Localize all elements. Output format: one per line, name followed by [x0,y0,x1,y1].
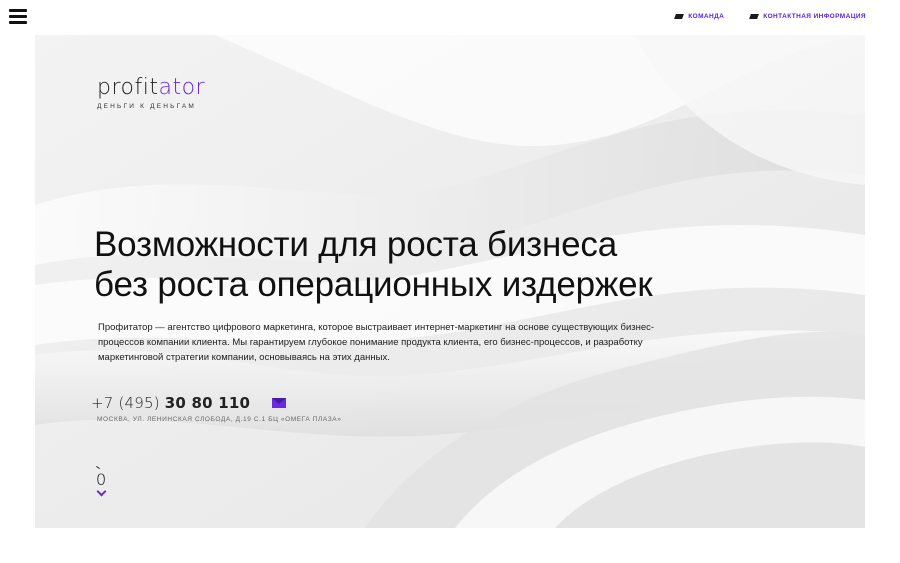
nav-link-label: КОМАНДА [688,13,725,20]
nav-link-team[interactable]: КОМАНДА [674,13,725,20]
headline-line: без роста операционных издержек [94,265,653,304]
hero-description: Профитатор — агентство цифрового маркети… [98,322,655,363]
tick-icon [96,465,100,470]
scroll-down-indicator[interactable]: 0 [96,465,108,497]
phone-prefix: +7 (495) [91,394,165,412]
address: МОСКВА, УЛ. ЛЕНИНСКАЯ СЛОБОДА, Д.19 С.1 … [97,416,342,423]
logo-wordmark: profitator [97,77,205,99]
envelope-icon[interactable] [272,398,287,408]
logo-prefix: profit [97,75,159,100]
phone-number: 30 80 110 [164,394,251,412]
hero-section: profitator ДЕНЬГИ К ДЕНЬГАМ Возможности … [35,35,865,528]
menu-bar [9,21,27,24]
nav-link-contacts[interactable]: КОНТАКТНАЯ ИНФОРМАЦИЯ [749,13,866,20]
phone-link[interactable]: +7 (495) 30 80 110 [91,394,250,412]
logo-accent: ator [158,75,206,100]
contact-row: +7 (495) 30 80 110 [91,394,287,412]
headline-line: Возможности для роста бизнеса [94,225,617,264]
menu-hamburger-icon[interactable] [9,9,27,25]
nav-link-label: КОНТАКТНАЯ ИНФОРМАЦИЯ [763,13,866,20]
menu-bar [9,9,27,12]
hero-headline: Возможности для роста бизнеса без роста … [94,225,653,305]
logo[interactable]: profitator ДЕНЬГИ К ДЕНЬГАМ [97,77,205,111]
top-nav: КОМАНДА КОНТАКТНАЯ ИНФОРМАЦИЯ [674,13,866,20]
logo-tagline: ДЕНЬГИ К ДЕНЬГАМ [97,103,197,110]
menu-bar [9,15,27,18]
flag-icon [749,14,760,19]
flag-icon [674,14,685,19]
